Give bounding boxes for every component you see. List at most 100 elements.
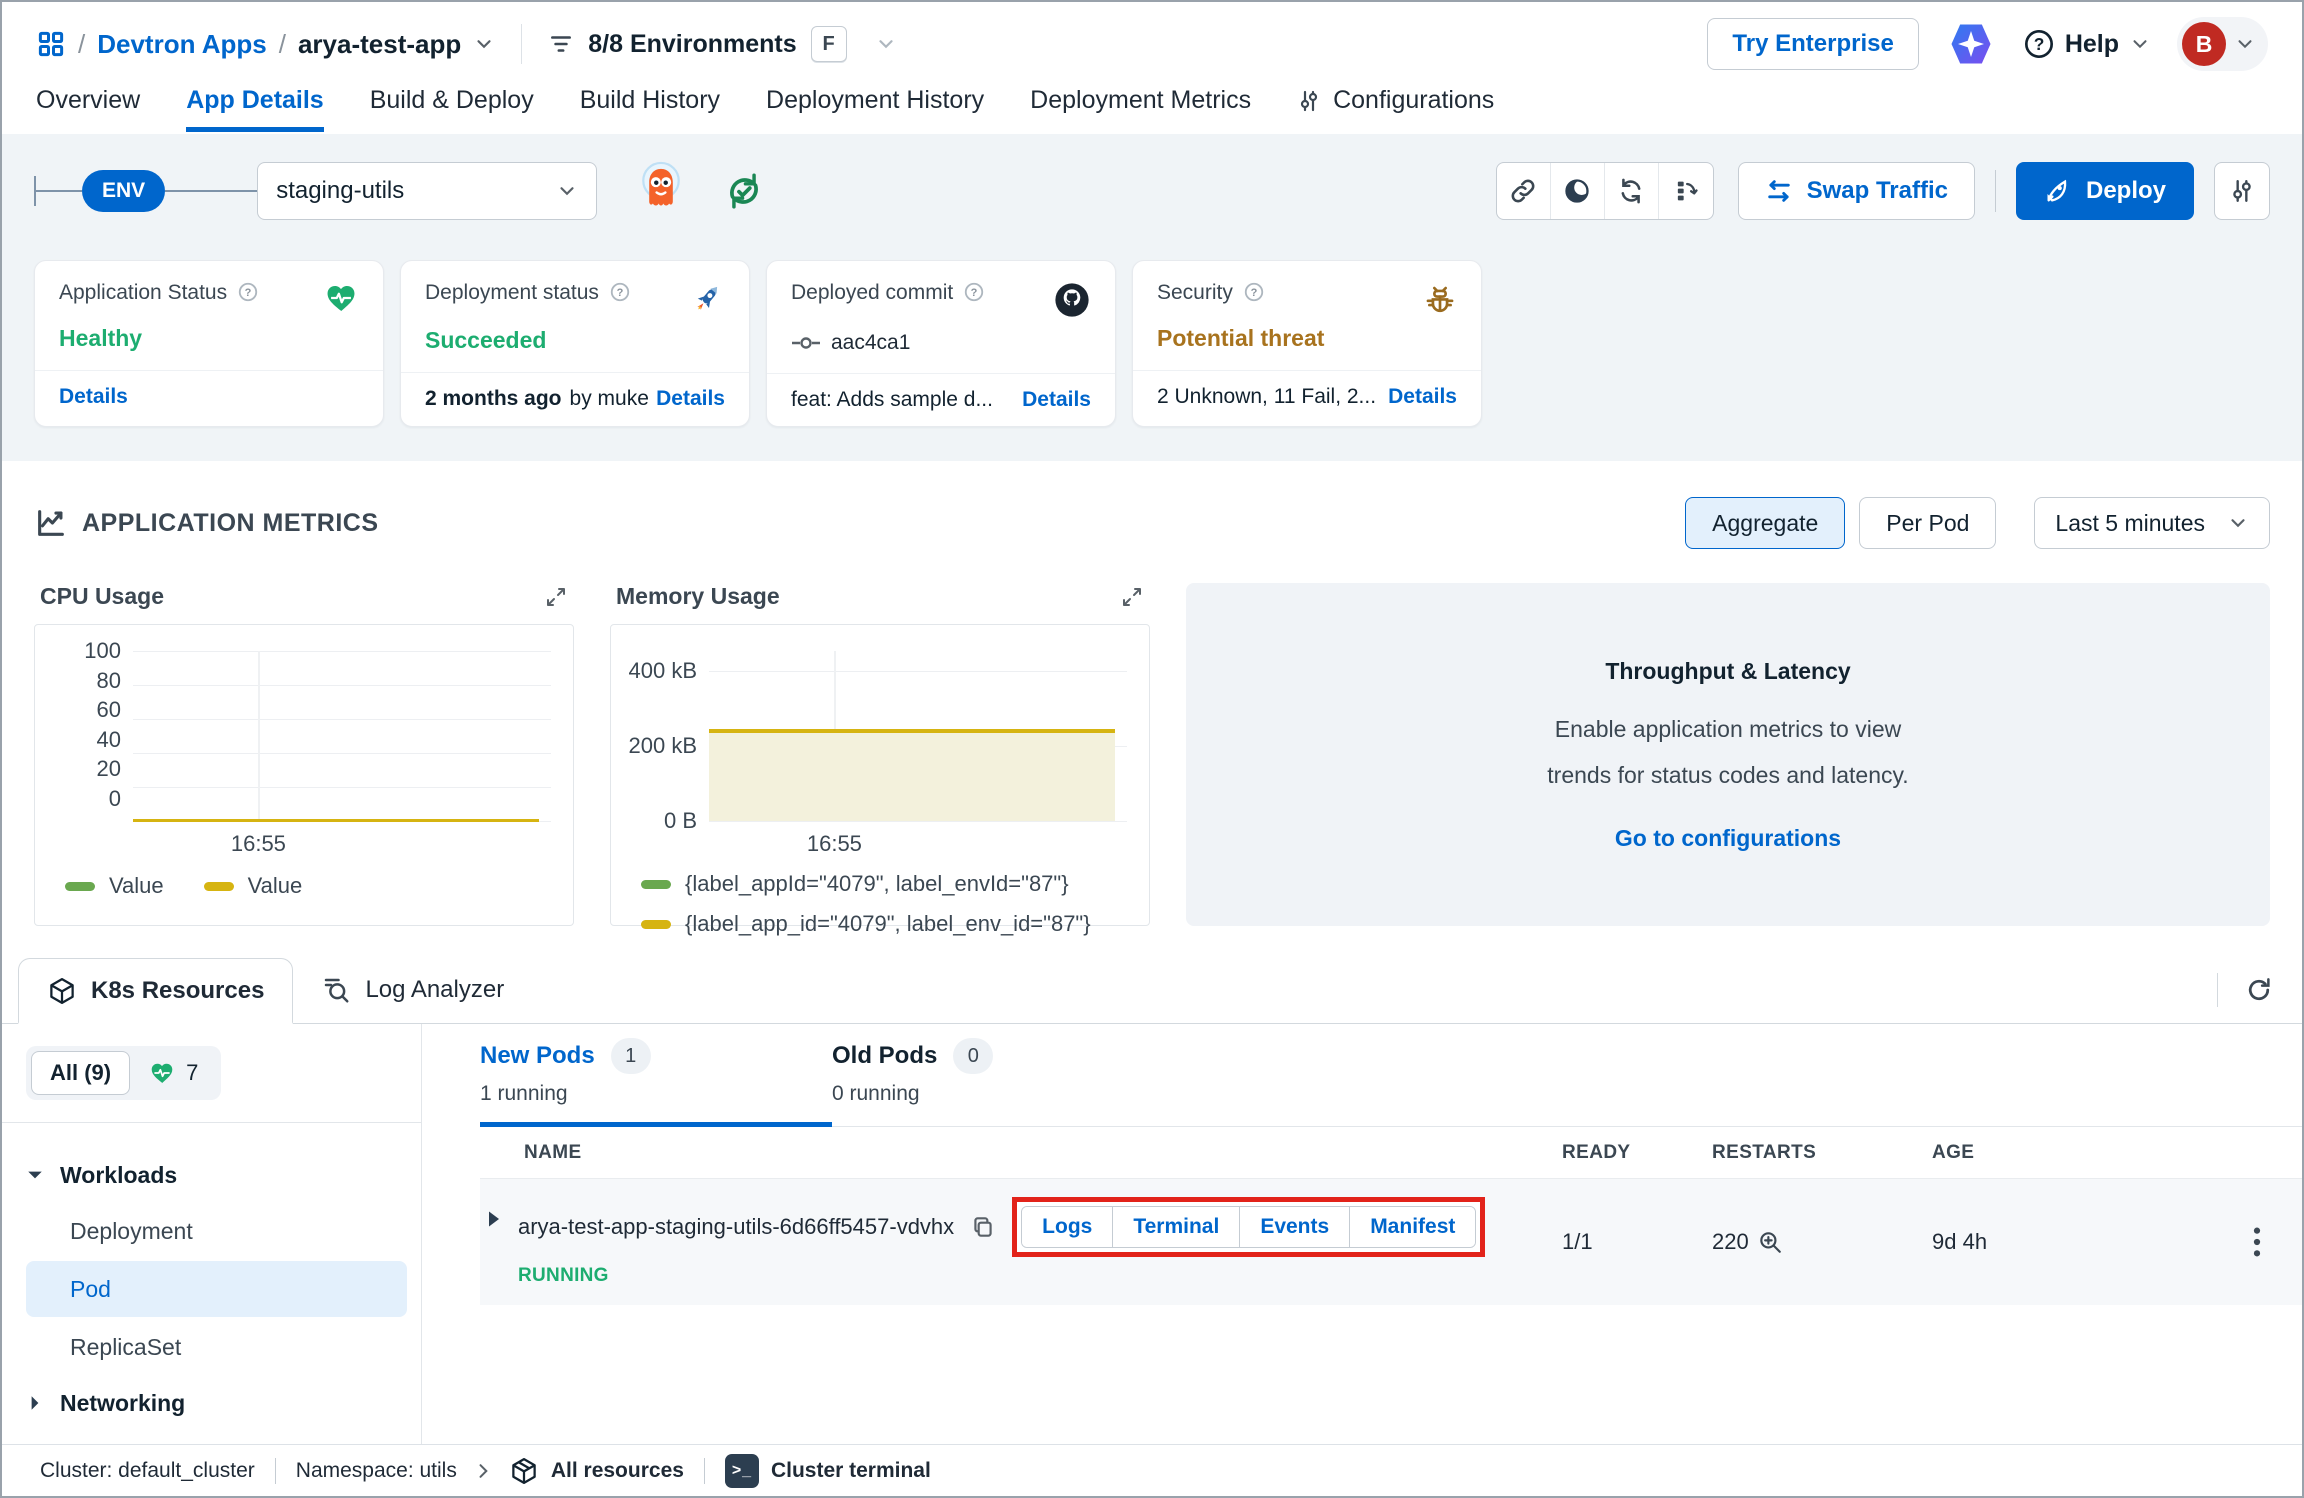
sparkle-ai-icon[interactable] — [1945, 18, 1997, 70]
rollout-restart-icon[interactable] — [1659, 163, 1713, 219]
application-metrics-section: APPLICATION METRICS Aggregate Per Pod La… — [2, 461, 2302, 926]
filter-all-chip[interactable]: All (9) — [31, 1051, 130, 1095]
deployment-rocket-icon — [689, 281, 725, 317]
caret-right-icon — [26, 1394, 44, 1412]
help-menu[interactable]: ? Help — [2023, 28, 2151, 60]
tab-overview[interactable]: Overview — [36, 86, 140, 132]
old-pods-running: 0 running — [832, 1082, 1184, 1106]
tab-configurations-label: Configurations — [1333, 86, 1494, 115]
deployment-settings-button[interactable] — [2214, 162, 2270, 220]
app-switch-chevron-icon[interactable] — [473, 33, 495, 55]
time-range-dropdown[interactable]: Last 5 minutes — [2034, 497, 2270, 549]
link-icon[interactable] — [1497, 163, 1551, 219]
app-details-page: / Devtron Apps / arya-test-app 8/8 Envir… — [0, 0, 2304, 1498]
caret-down-icon — [26, 1166, 44, 1184]
chevron-right-icon — [473, 1461, 493, 1481]
sidebar-group-workloads[interactable]: Workloads — [26, 1149, 407, 1201]
sidebar-group-networking[interactable]: Networking — [26, 1377, 407, 1429]
restarts-zoom-icon[interactable] — [1757, 1229, 1783, 1255]
namespace-label: Namespace: utils — [296, 1459, 457, 1483]
expand-row-caret-icon[interactable] — [486, 1209, 502, 1229]
tabs-divider — [2217, 973, 2218, 1007]
tab-app-details[interactable]: App Details — [186, 86, 324, 132]
sidebar-item-deployment[interactable]: Deployment — [26, 1203, 407, 1259]
hibernate-icon[interactable] — [1551, 163, 1605, 219]
deploy-button[interactable]: Deploy — [2016, 162, 2194, 220]
cluster-label: Cluster: default_cluster — [40, 1459, 255, 1483]
swap-traffic-button[interactable]: Swap Traffic — [1738, 162, 1975, 220]
sidebar-item-replicaset[interactable]: ReplicaSet — [26, 1319, 407, 1375]
terminal-button[interactable]: Terminal — [1113, 1207, 1240, 1247]
environments-selector[interactable]: 8/8 Environments F — [548, 26, 896, 62]
security-summary: 2 Unknown, 11 Fail, 2... — [1157, 385, 1376, 409]
throughput-title: Throughput & Latency — [1605, 658, 1850, 685]
tab-deployment-history[interactable]: Deployment History — [766, 86, 984, 132]
try-enterprise-button[interactable]: Try Enterprise — [1707, 18, 1918, 70]
memory-usage-chart: Memory Usage 400 kB 200 kB 0 B — [610, 583, 1150, 926]
commit-icon — [791, 333, 821, 353]
commit-id[interactable]: aac4ca1 — [831, 331, 910, 355]
commit-details-link[interactable]: Details — [1022, 388, 1091, 412]
top-header: / Devtron Apps / arya-test-app 8/8 Envir… — [2, 2, 2302, 86]
resources-cube-icon — [509, 1456, 539, 1486]
logs-button[interactable]: Logs — [1022, 1207, 1113, 1247]
tab-build-deploy[interactable]: Build & Deploy — [370, 86, 534, 132]
cluster-terminal-label: Cluster terminal — [771, 1459, 931, 1483]
events-button[interactable]: Events — [1240, 1207, 1350, 1247]
sync-status-icon[interactable] — [721, 168, 767, 214]
status-cards: Application Status ? Healthy Details Dep… — [34, 260, 2270, 427]
per-pod-toggle[interactable]: Per Pod — [1859, 497, 1996, 549]
throughput-message-line2: trends for status codes and latency. — [1547, 757, 1908, 793]
deployed-commit-card: Deployed commit ? aac4ca1 feat: Adds sam… — [766, 260, 1116, 427]
expand-icon[interactable] — [1120, 585, 1144, 609]
pod-name[interactable]: arya-test-app-staging-utils-6d66ff5457-v… — [518, 1214, 954, 1240]
avatar: B — [2182, 22, 2226, 66]
row-menu-kebab-icon[interactable] — [2252, 1225, 2262, 1259]
breadcrumb-separator: / — [78, 29, 85, 60]
resource-sidebar: All (9) 7 Workloads Deployment Pod Repli… — [2, 1024, 422, 1477]
copy-icon[interactable] — [970, 1214, 996, 1240]
tab-log-analyzer[interactable]: Log Analyzer — [293, 957, 532, 1023]
refresh-icon[interactable] — [1605, 163, 1659, 219]
go-to-configurations-link[interactable]: Go to configurations — [1615, 825, 1841, 852]
security-details-link[interactable]: Details — [1388, 385, 1457, 409]
annotation-highlight-box: Logs Terminal Events Manifest — [1012, 1197, 1485, 1257]
help-circle-icon: ? — [609, 281, 631, 303]
deployment-status-title: Deployment status — [425, 281, 599, 305]
memory-series-area — [709, 729, 1115, 821]
tab-configurations[interactable]: Configurations — [1297, 86, 1494, 132]
breadcrumb-devtron-apps[interactable]: Devtron Apps — [97, 29, 267, 60]
environment-dropdown[interactable]: staging-utils — [257, 162, 597, 220]
env-line — [36, 190, 82, 192]
user-menu[interactable]: B — [2177, 17, 2268, 71]
filter-healthy-chip[interactable]: 7 — [130, 1060, 216, 1086]
deployment-details-link[interactable]: Details — [656, 387, 725, 411]
manifest-button[interactable]: Manifest — [1350, 1207, 1475, 1247]
apps-grid-icon[interactable] — [36, 29, 66, 59]
security-title: Security — [1157, 281, 1233, 305]
sidebar-item-pod[interactable]: Pod — [26, 1261, 407, 1317]
env-pill: ENV — [82, 170, 165, 212]
tab-old-pods[interactable]: Old Pods 0 0 running — [832, 1038, 1184, 1127]
tab-deployment-metrics[interactable]: Deployment Metrics — [1030, 86, 1251, 132]
all-resources-link[interactable]: All resources — [509, 1456, 684, 1486]
tab-k8s-resources[interactable]: K8s Resources — [18, 958, 293, 1024]
metrics-title: APPLICATION METRICS — [82, 509, 379, 538]
tab-new-pods[interactable]: New Pods 1 1 running — [480, 1038, 832, 1127]
environments-chevron-icon — [875, 33, 897, 55]
app-nav-tabs: Overview App Details Build & Deploy Buil… — [2, 86, 2302, 134]
application-status-value: Healthy — [59, 325, 359, 352]
cluster-terminal-link[interactable]: >_ Cluster terminal — [725, 1454, 931, 1488]
memory-x-axis: 16:55 — [709, 821, 1127, 857]
aggregate-toggle[interactable]: Aggregate — [1685, 497, 1845, 549]
refresh-resources-icon[interactable] — [2244, 975, 2274, 1005]
application-details-link[interactable]: Details — [59, 385, 128, 409]
log-analyzer-label: Log Analyzer — [365, 976, 504, 1004]
new-pods-count: 1 — [611, 1038, 651, 1074]
deployment-author: by mukesh@de... — [570, 387, 649, 411]
tab-build-history[interactable]: Build History — [580, 86, 720, 132]
github-icon — [1053, 281, 1091, 319]
expand-icon[interactable] — [544, 585, 568, 609]
environment-keycap-badge: F — [811, 26, 847, 62]
memory-chart-title: Memory Usage — [616, 583, 780, 610]
